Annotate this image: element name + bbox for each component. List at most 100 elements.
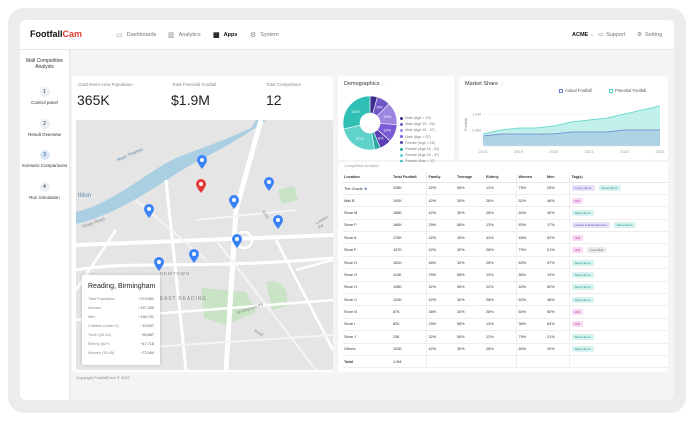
table-row[interactable]: Total 1.9M: [342, 355, 668, 369]
nav-dashboards-label: Dashboards: [126, 32, 157, 38]
nav-system[interactable]: ⚙ System: [250, 20, 279, 50]
legend-item: Male (Age < 15): [400, 116, 431, 120]
step-control-panel[interactable]: 1 Control panel: [20, 80, 69, 106]
family-cell: 32%: [425, 281, 455, 295]
competitor-pin[interactable]: [229, 195, 239, 214]
family-cell-text: 29%: [428, 322, 437, 327]
table-row[interactable]: Store O 108K 32% 56% 12% 40% 60% Street Store: [342, 281, 668, 295]
col-family[interactable]: Family: [425, 172, 455, 183]
info-label: Youth (15-24): [88, 333, 111, 337]
table-row[interactable]: Store A 178K 32% 26% 42% 48% 52% Mall: [342, 231, 668, 245]
col-elderly[interactable]: Elderly: [484, 172, 516, 183]
competitor-pin[interactable]: [189, 249, 199, 268]
donut-slice-label: 8%: [378, 136, 384, 141]
table-row[interactable]: Store J 23K 32% 56% 12% 79% 21% Street Store: [342, 330, 668, 344]
competitor-pin[interactable]: [154, 257, 164, 276]
teenage-cell-text: 32%: [457, 260, 465, 265]
family-cell: 29%: [425, 268, 455, 282]
family-cell: 42%: [425, 293, 455, 307]
step-scenario-comparisons[interactable]: 3 Scenario Comparisons: [20, 143, 69, 169]
competitor-pin[interactable]: [232, 234, 242, 253]
women-cell: 80%: [515, 343, 545, 356]
step-label: Scenario Comparisons: [21, 163, 68, 168]
step-run-simulation[interactable]: 4 Run Simulation: [20, 175, 69, 201]
total-cell-text: 178K: [393, 235, 402, 240]
total-cell-text: 114K: [393, 272, 402, 277]
family-cell: 32%: [425, 231, 455, 245]
family-cell: 32%: [425, 182, 455, 195]
location-cell-text: Store C: [344, 297, 357, 302]
competitor-pin[interactable]: [144, 204, 154, 223]
tag-badge: Leisure & Entertainment: [571, 222, 610, 229]
population-label: Catchment Area Population: [78, 82, 133, 87]
donut-slice-label: 32%: [352, 109, 360, 114]
legend-item: Male (Age 15 - 24): [400, 122, 435, 126]
competitor-pin[interactable]: [197, 155, 207, 174]
tag-badge: Mall: [571, 321, 584, 328]
family-cell-text: 29%: [428, 272, 437, 277]
nav-dashboards[interactable]: ▭ Dashboards: [116, 20, 156, 50]
support-link[interactable]: ▭ Support: [598, 20, 625, 50]
elderly-cell: 13%: [484, 268, 516, 282]
table-row[interactable]: Store N 87K 38% 34% 28% 50% 50% Mall: [342, 305, 668, 319]
total-cell: 82K: [391, 318, 426, 332]
col-teenage[interactable]: Teenage: [455, 172, 484, 183]
tag-badge: Street Store: [571, 271, 594, 278]
info-value: ~72,064: [140, 351, 154, 355]
total-cell-text: 103K: [393, 347, 402, 352]
table-row[interactable]: The Oracle ★ 208K 32% 55% 12% 75% 25% Luxury St…: [342, 182, 668, 195]
legend-dot: [400, 141, 403, 145]
col-total-footfall[interactable]: Total Footfall: [391, 172, 426, 183]
table-row[interactable]: Others 103K 42% 30% 28% 80% 20% Street Store: [342, 343, 668, 356]
table-row[interactable]: Store I 82K 29% 58% 13% 36% 64% Mall: [342, 318, 668, 332]
elderly-cell-text: 13%: [486, 223, 494, 228]
table-row[interactable]: Store D 152K 48% 32% 28% 63% 37% Street Store: [342, 256, 668, 270]
total-cell-text: 108K: [393, 285, 402, 290]
col-location[interactable]: Location: [342, 172, 391, 183]
grid-icon: ▦: [213, 32, 220, 39]
women-cell: 48%: [515, 231, 545, 245]
info-value: ~39,867: [140, 333, 154, 337]
men-cell: 14%: [545, 268, 569, 282]
col-men[interactable]: Men: [545, 172, 569, 183]
competitor-pin[interactable]: [264, 177, 274, 196]
total-cell-text: 87K: [393, 310, 400, 315]
logo[interactable]: FootfallCam: [30, 29, 82, 39]
total-cell: 208K: [391, 182, 426, 195]
catchment-map[interactable]: River Thames thlon Kings Road NEWTOWN EA…: [76, 120, 333, 370]
selected-location-pin[interactable]: [196, 179, 206, 198]
info-label: Elderly (62+): [88, 342, 110, 346]
x-tick-label: 2022: [620, 149, 630, 154]
logo-text-1: Footfall: [30, 29, 63, 39]
family-cell: 42%: [425, 194, 455, 208]
step-result-overview[interactable]: 2 Result Overview: [20, 112, 69, 138]
nav-apps[interactable]: ▦ Apps: [213, 20, 237, 50]
family-cell: 29%: [425, 318, 455, 332]
col-women[interactable]: Women: [515, 172, 545, 183]
table-row[interactable]: Store C 104K 42% 30% 28% 62% 38% Street Store: [342, 293, 668, 307]
total-cell: 23K: [391, 330, 426, 344]
table-row[interactable]: Store P 186K 29% 58% 13% 83% 17% Leisure & Ente…: [342, 219, 668, 233]
table-row[interactable]: Store M 188K 42% 30% 28% 60% 40% Street Store: [342, 206, 668, 220]
nav-analytics[interactable]: ▥ Analytics: [168, 20, 201, 50]
total-cell: 104K: [391, 293, 426, 307]
family-cell-text: 32%: [428, 186, 437, 191]
info-label: Women (15-49): [88, 351, 115, 355]
competitor-pin[interactable]: [273, 215, 283, 234]
top-bar: FootfallCam ▭ Dashboards ▥ Analytics ▦ Apps…: [20, 20, 674, 50]
account-menu[interactable]: ACME ⌄: [572, 32, 594, 38]
elderly-cell: 28%: [484, 293, 516, 307]
demographics-donut: 9%15% 12% 8% 27% 32%: [342, 95, 398, 151]
elderly-cell: [484, 355, 516, 369]
table-row[interactable]: Mall B 190K 42% 30% 28% 52% 48% Mall: [342, 194, 668, 208]
family-cell-text: 42%: [428, 210, 437, 215]
men-cell: 48%: [545, 194, 569, 208]
table-row[interactable]: Store F 157K 42% 30% 28% 79% 21% Mall Food Mall: [342, 243, 668, 257]
men-cell-text: 20%: [547, 347, 555, 352]
col-tags[interactable]: Tag(s): [568, 172, 668, 183]
teenage-cell-text: 30%: [457, 347, 465, 352]
setting-link[interactable]: ⚙ Setting: [637, 20, 662, 50]
men-cell: 17%: [545, 219, 569, 233]
total-cell: 1.9M: [391, 355, 426, 369]
table-row[interactable]: Store G 114K 29% 58% 13% 86% 14% Street Store: [342, 268, 668, 282]
